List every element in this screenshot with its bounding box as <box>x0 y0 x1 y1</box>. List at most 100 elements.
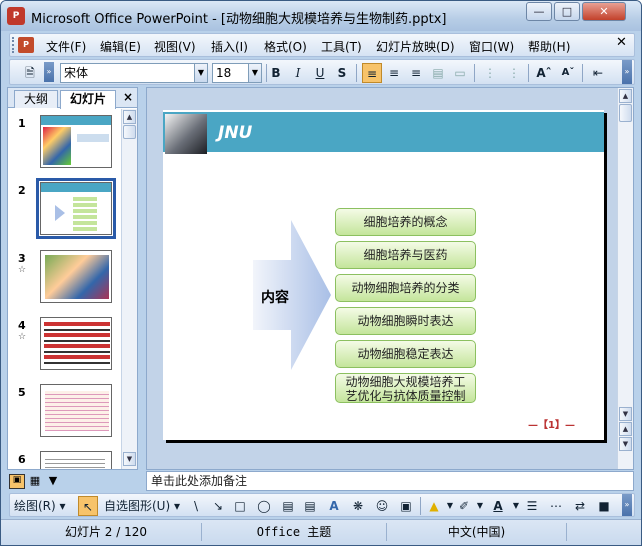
toolbar-options-chevron-icon[interactable]: » <box>44 62 54 82</box>
status-slide-info: 幻灯片 2 / 120 <box>64 525 148 539</box>
document-icon[interactable]: P <box>18 37 34 53</box>
content-item[interactable]: 动物细胞稳定表达 <box>335 340 476 368</box>
italic-icon[interactable]: I <box>288 63 308 83</box>
align-right-icon[interactable]: ≡ <box>406 63 426 83</box>
slide-scrollbar[interactable]: ▲ ▼ ▲ ▼ <box>617 88 633 469</box>
menu-insert[interactable]: 插入(I) <box>211 38 248 55</box>
align-center-icon[interactable]: ≡ <box>384 63 404 83</box>
autoshapes-label: 自选图形(U) <box>104 499 171 513</box>
next-slide-icon[interactable]: ▼ <box>619 437 632 451</box>
shadow-icon[interactable]: S <box>332 63 352 83</box>
content-item[interactable]: 动物细胞瞬时表达 <box>335 307 476 335</box>
chevron-down-icon[interactable]: ▼ <box>194 64 207 82</box>
increase-font-icon[interactable]: Aˆ <box>534 63 554 83</box>
menu-tools[interactable]: 工具(T) <box>321 38 362 55</box>
pane-close-icon[interactable]: × <box>123 90 133 104</box>
font-name-select[interactable]: 宋体 ▼ <box>60 63 208 83</box>
numbering-icon[interactable]: ⋮ <box>480 63 500 83</box>
menu-file[interactable]: 文件(F) <box>46 38 86 55</box>
slide-thumbnail[interactable] <box>40 250 112 303</box>
clipart-icon[interactable]: ☺ <box>372 496 392 516</box>
toolbar-separator <box>528 64 529 82</box>
menu-slideshow[interactable]: 幻灯片放映(D) <box>376 38 455 55</box>
minimize-button[interactable]: — <box>526 2 552 21</box>
oval-icon[interactable]: ◯ <box>254 496 274 516</box>
decrease-font-icon[interactable]: Aˇ <box>558 63 578 83</box>
dash-style-icon[interactable]: ⋯ <box>546 496 566 516</box>
content-item[interactable]: 细胞培养的概念 <box>335 208 476 236</box>
picture-icon[interactable]: ▣ <box>396 496 416 516</box>
font-size-select[interactable]: 18 ▼ <box>212 63 262 83</box>
content-item[interactable]: 细胞培养与医药 <box>335 241 476 269</box>
bold-icon[interactable]: B <box>266 63 286 83</box>
scroll-thumb[interactable] <box>619 104 632 122</box>
distribute-icon[interactable]: ▤ <box>428 63 448 83</box>
menu-help[interactable]: 帮助(H) <box>528 38 570 55</box>
new-document-icon[interactable]: 🗎 <box>20 63 40 83</box>
normal-view-icon[interactable]: ▣ <box>9 474 25 489</box>
menu-edit[interactable]: 编辑(E) <box>100 38 141 55</box>
content-item[interactable]: 动物细胞大规模培养工艺优化与抗体质量控制 <box>335 373 476 403</box>
select-objects-icon[interactable]: ↖ <box>78 496 98 516</box>
underline-icon[interactable]: U <box>310 63 330 83</box>
notes-pane[interactable]: 单击此处添加备注 <box>146 471 634 491</box>
diagram-icon[interactable]: ❋ <box>348 496 368 516</box>
slideshow-view-icon[interactable]: ▼ <box>45 474 61 489</box>
slide-thumbnail-selected[interactable] <box>36 178 116 239</box>
scroll-thumb[interactable] <box>123 125 136 139</box>
slide-sorter-view-icon[interactable]: ▦ <box>27 474 43 489</box>
textbox-icon[interactable]: ▤ <box>278 496 298 516</box>
slide-thumbnail[interactable] <box>40 451 112 469</box>
align-left-icon[interactable]: ≡ <box>362 63 382 83</box>
autoshapes-menu-button[interactable]: 自选图形(U) ▾ <box>104 496 182 516</box>
line-icon[interactable]: \ <box>186 496 206 516</box>
arrow-style-icon[interactable]: ⇄ <box>570 496 590 516</box>
maximize-button[interactable]: □ <box>554 2 580 21</box>
bullets-icon[interactable]: ⋮ <box>504 63 524 83</box>
slide-thumbnail[interactable] <box>40 115 112 168</box>
scroll-down-icon[interactable]: ▼ <box>123 452 136 466</box>
wordart-icon[interactable]: A <box>324 496 344 516</box>
toolbar-overflow-chevron-icon[interactable]: » <box>622 494 632 516</box>
powerpoint-app-icon[interactable]: P <box>7 7 25 25</box>
thumb-header <box>41 183 111 192</box>
line-style-icon[interactable]: ☰ <box>522 496 542 516</box>
slide-thumbnail[interactable] <box>40 384 112 437</box>
menu-format[interactable]: 格式(O) <box>264 38 307 55</box>
menu-window[interactable]: 窗口(W) <box>469 38 514 55</box>
menubar-close-icon[interactable]: ✕ <box>616 35 627 50</box>
font-color-icon[interactable]: A <box>488 496 508 516</box>
column-icon[interactable]: ▭ <box>450 63 470 83</box>
current-slide[interactable]: JNU 内容 细胞培养的概念 细胞培养与医药 动物细胞培养的分类 动物细胞瞬时表… <box>163 110 604 440</box>
decrease-indent-icon[interactable]: ⇤ <box>588 63 608 83</box>
shadow-style-icon[interactable]: ■ <box>594 496 614 516</box>
scroll-up-icon[interactable]: ▲ <box>619 89 632 103</box>
content-item[interactable]: 动物细胞培养的分类 <box>335 274 476 302</box>
chevron-down-icon[interactable]: ▼ <box>248 64 261 82</box>
scroll-up-icon[interactable]: ▲ <box>123 110 136 124</box>
arrow-icon[interactable]: ↘ <box>208 496 228 516</box>
thumbnail-scrollbar[interactable]: ▲ ▼ <box>121 109 137 469</box>
status-theme: Office 主题 <box>201 523 386 541</box>
previous-slide-icon[interactable]: ▲ <box>619 422 632 436</box>
tab-slides[interactable]: 幻灯片 <box>60 90 116 109</box>
chevron-down-icon[interactable]: ▼ <box>470 496 490 516</box>
slide-thumbnail[interactable] <box>40 317 112 370</box>
thumbnail-number: 5 <box>18 386 26 399</box>
thumbnail-number: 2 <box>18 184 26 197</box>
slide-header-title[interactable]: JNU <box>218 123 252 143</box>
menubar-grip[interactable] <box>12 37 15 53</box>
close-button[interactable]: ✕ <box>582 2 626 21</box>
formatting-toolbar: 🗎 » 宋体 ▼ 18 ▼ B I U S ≡ ≡ ≡ ▤ ▭ ⋮ ⋮ Aˆ Aˇ … <box>9 59 635 85</box>
menu-view[interactable]: 视图(V) <box>154 38 196 55</box>
draw-menu-button[interactable]: 绘图(R) ▾ <box>14 496 74 516</box>
vertical-textbox-icon[interactable]: ▤ <box>300 496 320 516</box>
scroll-down-icon[interactable]: ▼ <box>619 407 632 421</box>
thumb-image <box>45 255 109 299</box>
toolbar-separator <box>582 64 583 82</box>
toolbar-overflow-chevron-icon[interactable]: » <box>622 60 632 84</box>
content-label[interactable]: 内容 <box>261 287 289 307</box>
tab-outline[interactable]: 大纲 <box>14 90 58 108</box>
font-size-value: 18 <box>216 66 232 80</box>
rectangle-icon[interactable]: □ <box>230 496 250 516</box>
